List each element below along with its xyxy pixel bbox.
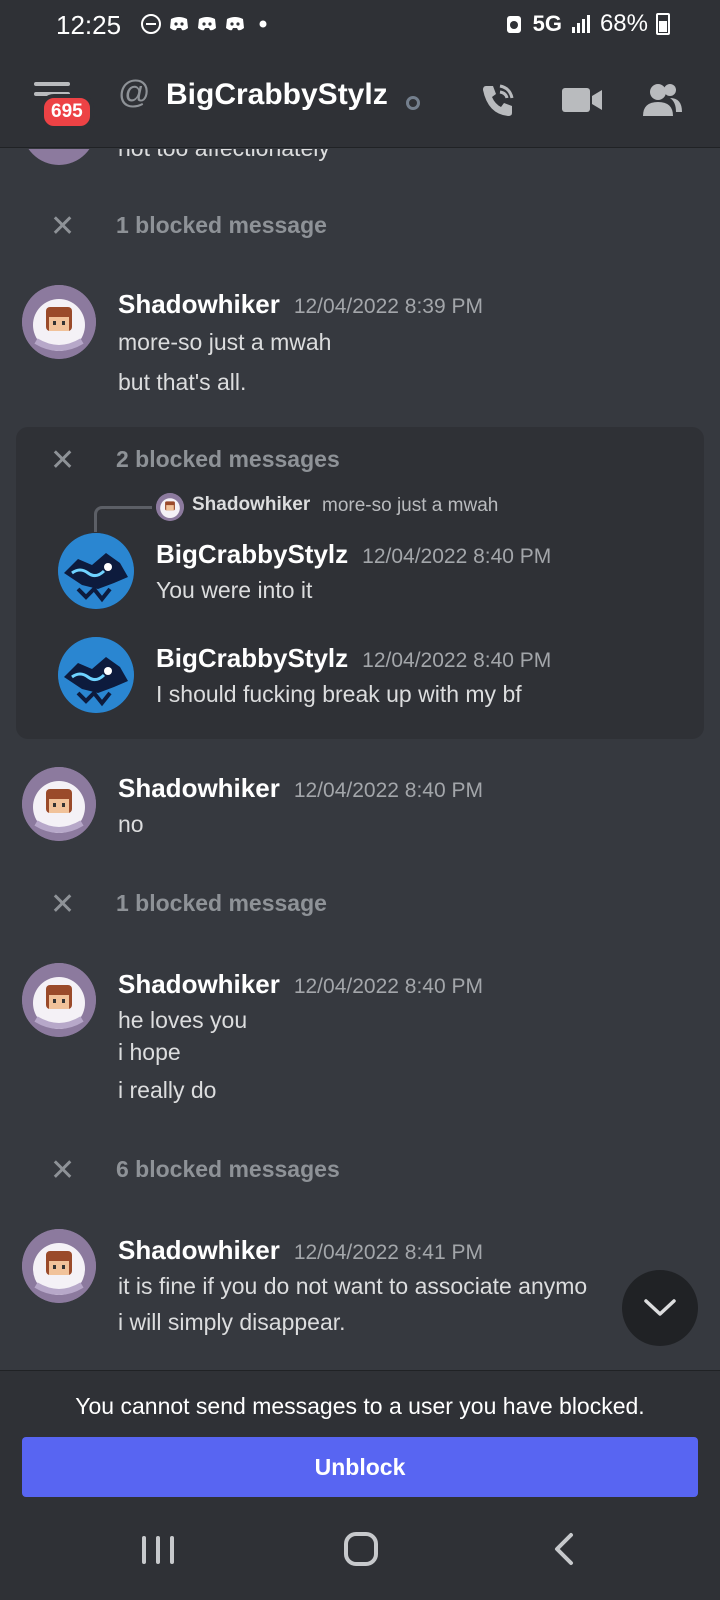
avatar[interactable]: [22, 149, 96, 165]
message-timestamp: 12/04/2022 8:40 PM: [293, 975, 483, 998]
message-timestamp: 12/04/2022 8:40 PM: [362, 649, 552, 672]
blocked-messages-row[interactable]: ✕ 2 blocked messages: [50, 443, 340, 478]
message-author[interactable]: Shadowhiker 12/04/2022 8:41 PM: [118, 1235, 483, 1266]
close-icon[interactable]: ✕: [50, 209, 76, 244]
avatar[interactable]: [58, 533, 134, 609]
author-name[interactable]: Shadowhiker: [118, 969, 280, 999]
network-type: 5G: [532, 11, 562, 36]
discord-notification-icon: [170, 17, 188, 31]
message-author[interactable]: Shadowhiker 12/04/2022 8:40 PM: [118, 773, 483, 804]
reply-connector: [94, 506, 152, 532]
do-not-disturb-icon: [141, 14, 161, 34]
message-text: i hope: [118, 1039, 181, 1065]
message-text: but that's all.: [118, 369, 247, 395]
menu-icon: [34, 82, 70, 86]
recent-apps-icon: [156, 1536, 160, 1564]
message-author[interactable]: Shadowhiker 12/04/2022 8:40 PM: [118, 969, 483, 1000]
avatar-image: [58, 637, 134, 713]
author-name[interactable]: BigCrabbyStylz: [156, 643, 348, 673]
blocked-messages-row[interactable]: ✕ 1 blocked message: [50, 209, 327, 244]
message-text: i really do: [118, 1077, 217, 1103]
avatar-image: [58, 533, 134, 609]
at-icon: @: [118, 74, 151, 110]
channel-title[interactable]: BigCrabbyStylz: [166, 78, 388, 112]
message-list[interactable]: not too affectionately ✕ 1 blocked messag…: [0, 149, 720, 1369]
avatar-image: [22, 285, 96, 359]
status-right: 5G 68%: [503, 10, 670, 38]
status-bar: 12:25 5G 68%: [0, 0, 720, 52]
recent-apps-icon: [142, 1536, 146, 1564]
message-author[interactable]: Shadowhiker 12/04/2022 8:39 PM: [118, 289, 483, 320]
message-text: You were into it: [156, 577, 313, 603]
back-icon[interactable]: [552, 1532, 576, 1566]
avatar[interactable]: [22, 963, 96, 1037]
close-icon[interactable]: ✕: [50, 443, 76, 478]
status-time: 12:25: [56, 10, 122, 40]
notification-badge: 695: [40, 94, 94, 130]
message-text: i will simply disappear.: [118, 1309, 346, 1335]
author-name[interactable]: BigCrabbyStylz: [156, 539, 348, 569]
message-timestamp: 12/04/2022 8:39 PM: [293, 295, 483, 318]
message-text: I should fucking break up with my bf: [156, 681, 522, 707]
discord-notification-icon: [198, 17, 216, 31]
message-timestamp: 12/04/2022 8:41 PM: [293, 1241, 483, 1264]
system-nav-bar: [0, 1502, 720, 1600]
blocked-messages-row[interactable]: ✕ 6 blocked messages: [50, 1153, 340, 1188]
author-name[interactable]: Shadowhiker: [118, 1235, 280, 1265]
more-notifications-dot-icon: [259, 20, 267, 28]
author-name[interactable]: Shadowhiker: [118, 289, 280, 319]
chevron-down-icon: [644, 1299, 676, 1316]
blocked-label: 1 blocked message: [116, 212, 327, 238]
message-text: it is fine if you do not want to associa…: [118, 1273, 588, 1299]
video-call-icon[interactable]: [560, 80, 604, 120]
recent-apps-icon: [170, 1536, 174, 1564]
members-icon[interactable]: [640, 80, 684, 120]
jump-to-bottom-button[interactable]: [622, 1270, 698, 1346]
author-name[interactable]: Shadowhiker: [118, 773, 280, 803]
message-text: not too affectionately: [118, 149, 330, 162]
avatar[interactable]: [58, 637, 134, 713]
blocked-notice: You cannot send messages to a user you h…: [75, 1393, 645, 1419]
home-button[interactable]: [344, 1532, 378, 1566]
message-text: more-so just a mwah: [118, 329, 332, 355]
avatar-image: [22, 767, 96, 841]
blocked-footer: You cannot send messages to a user you h…: [0, 1370, 720, 1502]
blocked-label: 2 blocked messages: [116, 446, 340, 472]
reply-author[interactable]: Shadowhiker: [192, 494, 310, 516]
avatar[interactable]: [22, 1229, 96, 1303]
blocked-messages-row[interactable]: ✕ 1 blocked message: [50, 887, 327, 922]
avatar-image: [22, 1229, 96, 1303]
channel-header: 695 @ BigCrabbyStylz: [0, 52, 720, 148]
close-icon[interactable]: ✕: [50, 887, 76, 922]
avatar[interactable]: [22, 767, 96, 841]
message-text: no: [118, 811, 144, 837]
message-author[interactable]: BigCrabbyStylz 12/04/2022 8:40 PM: [156, 643, 551, 674]
blocked-label: 1 blocked message: [116, 890, 327, 916]
alarm-icon: [506, 16, 521, 33]
signal-icon: [571, 15, 590, 33]
discord-notification-icon: [226, 17, 244, 31]
battery-percent: 68%: [599, 10, 648, 37]
avatar-image: [22, 963, 96, 1037]
avatar-image: [156, 493, 184, 521]
message-text: he loves you: [118, 1007, 248, 1033]
voice-call-icon[interactable]: [478, 80, 518, 120]
close-icon[interactable]: ✕: [50, 1153, 76, 1188]
unblock-button[interactable]: Unblock: [22, 1437, 698, 1497]
message-timestamp: 12/04/2022 8:40 PM: [362, 545, 552, 568]
reply-avatar: [156, 493, 184, 521]
notification-icons: [140, 13, 274, 35]
message-author[interactable]: BigCrabbyStylz 12/04/2022 8:40 PM: [156, 539, 551, 570]
recent-apps-button[interactable]: [142, 1536, 174, 1564]
blocked-label: 6 blocked messages: [116, 1156, 340, 1182]
message-timestamp: 12/04/2022 8:40 PM: [293, 779, 483, 802]
battery-icon: [656, 13, 670, 35]
reply-preview-text[interactable]: more-so just a mwah: [322, 495, 498, 517]
offline-status-icon: [406, 96, 420, 110]
avatar[interactable]: [22, 285, 96, 359]
